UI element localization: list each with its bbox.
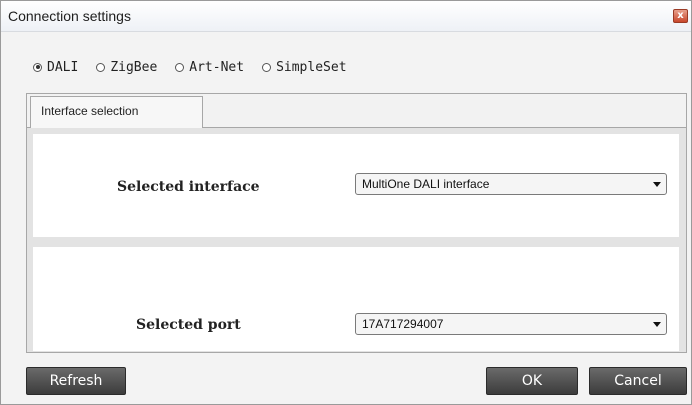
selected-port-label: Selected port (136, 317, 241, 333)
cancel-button[interactable]: Cancel (589, 367, 687, 395)
selected-interface-label: Selected interface (117, 179, 260, 195)
protocol-label-artnet: Art-Net (189, 59, 245, 75)
interface-dropdown-value: MultiOne DALI interface (362, 177, 490, 191)
port-dropdown-value: 17A717294007 (362, 317, 444, 331)
ok-button[interactable]: OK (486, 367, 578, 395)
interface-panel: Selected interface MultiOne DALI interfa… (33, 134, 679, 237)
protocol-label-dali: DALI (47, 59, 79, 75)
window-title: Connection settings (8, 8, 131, 24)
radio-zigbee[interactable] (96, 62, 106, 72)
tab-control: Interface selection Selected interface M… (26, 93, 687, 353)
tab-interface-selection[interactable]: Interface selection (30, 96, 203, 128)
radio-simpleset[interactable] (262, 62, 272, 72)
protocol-option-artnet[interactable]: Art-Net (175, 60, 244, 75)
connection-settings-dialog: Connection settings x DALI ZigBee Art-Ne… (0, 0, 692, 405)
refresh-button[interactable]: Refresh (26, 367, 126, 395)
title-bar: Connection settings x (1, 1, 691, 32)
protocol-option-dali[interactable]: DALI (33, 60, 78, 75)
close-icon[interactable]: x (673, 9, 688, 23)
protocol-label-zigbee: ZigBee (110, 59, 158, 75)
port-panel: Selected port 17A717294007 (33, 247, 679, 351)
chevron-down-icon (653, 322, 661, 327)
protocol-option-zigbee[interactable]: ZigBee (96, 60, 157, 75)
protocol-option-simpleset[interactable]: SimpleSet (262, 59, 347, 75)
port-dropdown[interactable]: 17A717294007 (355, 313, 667, 335)
radio-dali[interactable] (33, 62, 42, 72)
protocol-radio-group: DALI ZigBee Art-Net SimpleSet (33, 58, 365, 76)
radio-artnet[interactable] (175, 62, 185, 72)
interface-dropdown[interactable]: MultiOne DALI interface (355, 173, 667, 195)
protocol-label-simpleset: SimpleSet (276, 59, 347, 75)
chevron-down-icon (653, 182, 661, 187)
